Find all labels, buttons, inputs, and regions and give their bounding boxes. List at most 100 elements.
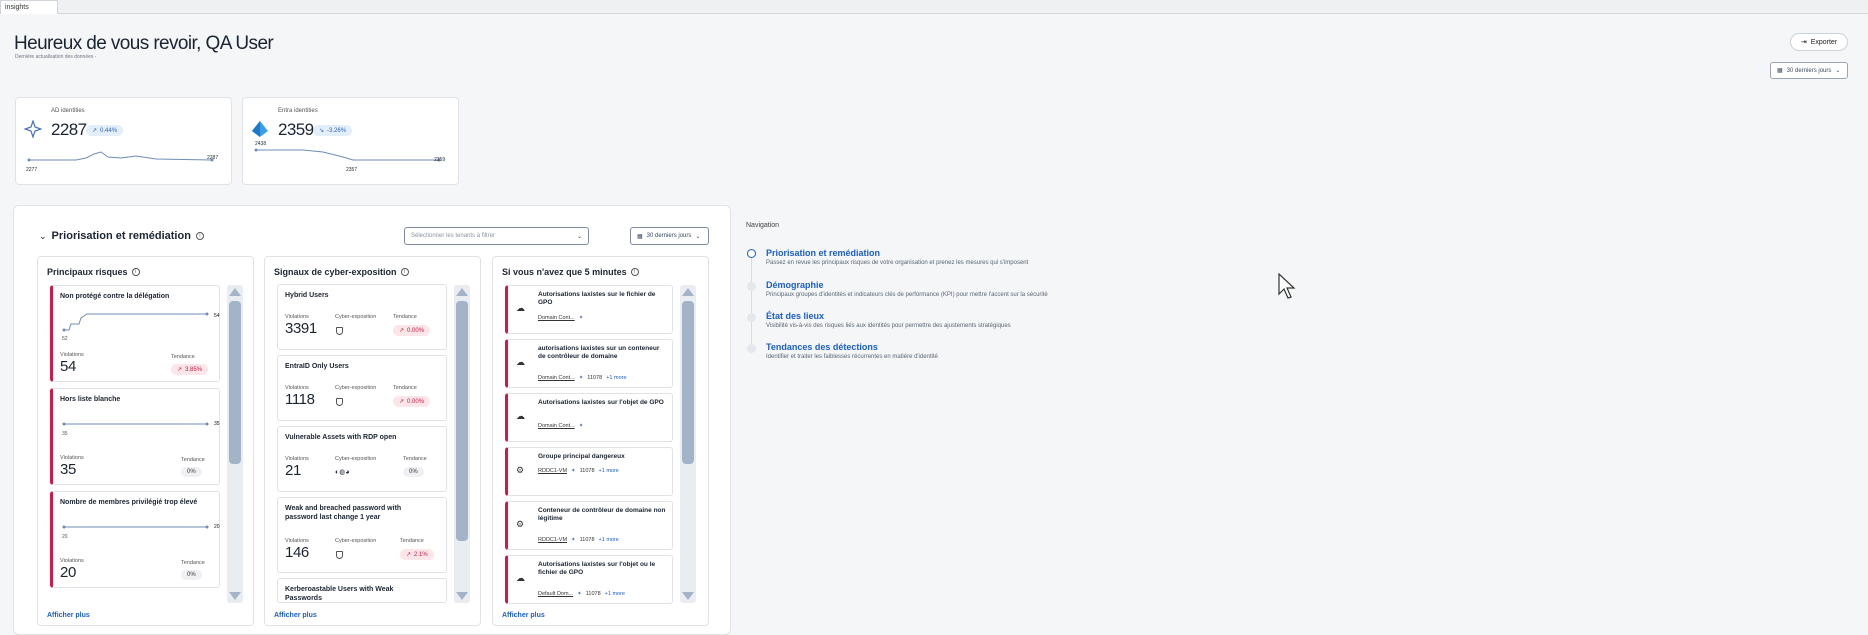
top-risks-title: Principaux risques i [47, 267, 140, 277]
panel-period-select[interactable]: ▦ 30 derniers jours ⌄ [630, 227, 709, 245]
show-more-link[interactable]: Afficher plus [274, 612, 317, 619]
trend-up-icon: ↗ [92, 128, 98, 134]
quick-item[interactable]: ⚙ Groupe principal dangereux RDDC1-VM ✦ 11… [505, 447, 673, 496]
trend-up-icon: ↗ [406, 552, 412, 558]
more-link[interactable]: +1 more [599, 537, 619, 543]
domain-tag[interactable]: RDDC1-VM [538, 537, 567, 543]
trend-badge: ↗ 0.44% [86, 125, 124, 136]
tab-bar: insights [0, 0, 1868, 14]
violations-count: 20 [60, 564, 76, 581]
scroll-up-icon[interactable] [682, 288, 694, 296]
cloud-icon: ☁ [516, 573, 525, 583]
nav-line [751, 258, 752, 348]
export-icon: ⇥ [1800, 39, 1807, 46]
scrollbar[interactable] [680, 285, 696, 603]
scroll-thumb[interactable] [456, 301, 468, 541]
nav-dot [747, 344, 756, 353]
scroll-down-icon[interactable] [682, 592, 694, 600]
trend-badge: 0% [181, 570, 202, 580]
domain-tag[interactable]: RDDC1-VM [538, 468, 567, 474]
trend-label: Tendance [181, 560, 205, 566]
trend-label: Tendance [171, 354, 195, 360]
risk-item[interactable]: Non protégé contre la délégation 52 54 V… [50, 285, 220, 382]
info-icon[interactable]: i [195, 232, 204, 240]
violations-count: 21 [285, 462, 301, 479]
chevron-down-icon: ⌄ [1835, 68, 1841, 74]
calendar-icon: ▦ [1777, 68, 1783, 74]
trend-up-icon: ↗ [399, 399, 405, 405]
page-title: Heureux de vous revoir, QA User [14, 33, 274, 54]
more-link[interactable]: +1 more [605, 591, 625, 597]
export-button[interactable]: ⇥ Exporter [1790, 33, 1848, 51]
scroll-down-icon[interactable] [456, 592, 468, 600]
cloud-icon: ☁ [516, 303, 525, 313]
five-minutes-title: Si vous n'avez que 5 minutes i [502, 267, 639, 277]
chevron-down-icon[interactable]: ⌄ [39, 231, 47, 242]
domain-tag[interactable]: Default Dom... [538, 591, 573, 597]
navigation-label: Navigation [746, 222, 780, 229]
domain-tag[interactable]: Domain Cont... [538, 423, 575, 429]
domain-tag[interactable]: Domain Cont... [538, 375, 575, 381]
quick-item[interactable]: ☁ Autorisations laxistes sur l'objet ou … [505, 555, 673, 604]
trend-up-icon: ↗ [177, 367, 183, 373]
violations-count: 35 [60, 461, 76, 478]
scroll-up-icon[interactable] [456, 288, 468, 296]
nav-dot-active [747, 249, 756, 258]
nav-item-demography[interactable]: Démographie Principaux groupes d'identit… [766, 280, 1048, 298]
nav-item-detections[interactable]: Tendances des détections Identifier et t… [766, 342, 938, 360]
risk-sparkline [62, 525, 209, 529]
trend-badge: ↗ 2.1% [400, 549, 434, 560]
ad-icon: ✦ [571, 537, 576, 543]
show-more-link[interactable]: Afficher plus [47, 612, 90, 619]
quick-item[interactable]: ☁ Autorisations laxistes sur le fichier … [505, 285, 673, 334]
period-select[interactable]: ▦ 30 derniers jours ⌄ [1770, 62, 1848, 79]
more-link[interactable]: +1 more [599, 468, 619, 474]
nav-item-status[interactable]: État des lieux Visibilité vis-à-vis des … [766, 311, 1011, 329]
shield-icon [336, 327, 343, 335]
tab-insights[interactable]: insights [0, 0, 58, 14]
domain-tag[interactable]: Domain Cont... [538, 315, 575, 321]
spark-min-label: 2357 [346, 167, 358, 173]
scroll-thumb[interactable] [229, 301, 241, 464]
info-icon[interactable]: i [131, 268, 140, 276]
chevron-down-icon: ⌄ [695, 233, 701, 240]
scroll-up-icon[interactable] [229, 288, 241, 296]
entra-icon [252, 121, 268, 137]
signal-item[interactable]: Vulnerable Assets with RDP open Violatio… [277, 426, 447, 492]
quick-item[interactable]: ☁ autorisations laxistes sur un conteneu… [505, 339, 673, 388]
risk-sparkline [62, 312, 209, 332]
signal-item[interactable]: EntraID Only Users Violations 1118 Cyber… [277, 355, 447, 421]
ad-icon: ✦ [578, 423, 584, 429]
quick-item[interactable]: ⚙ Conteneur de contrôleur de domaine non… [505, 501, 673, 550]
nav-item-prioritization[interactable]: Priorisation et remédiation Passez en re… [766, 248, 1028, 266]
spark-end-label: 20 [214, 524, 220, 530]
quick-item[interactable]: ☁ Autorisations laxistes sur l'objet de … [505, 393, 673, 442]
scroll-thumb[interactable] [682, 301, 694, 464]
user-gear-icon: ⚙ [516, 519, 525, 529]
trend-badge: 0% [403, 467, 424, 477]
scrollbar[interactable] [227, 285, 243, 603]
trend-badge: 0% [181, 467, 202, 477]
signal-item[interactable]: Hybrid Users Violations 3391 Cyber-expos… [277, 284, 447, 350]
risk-item[interactable]: Hors liste blanche 35 35 Violations 35 T… [50, 388, 220, 485]
chevron-down-icon: ⌄ [576, 233, 582, 240]
ad-icon: ✦ [577, 591, 582, 597]
cloud-icon: ☁ [516, 357, 525, 367]
more-link[interactable]: +1 more [606, 375, 626, 381]
signal-item[interactable]: Kerberoastable Users with Weak Passwords [277, 578, 447, 603]
risk-item[interactable]: Nombre de membres privilégié trop élevé … [50, 491, 220, 588]
info-icon[interactable]: i [400, 268, 409, 276]
calendar-icon: ▦ [637, 233, 643, 240]
user-gear-icon: ⚙ [516, 465, 525, 475]
trend-badge: ↘ -3.26% [313, 125, 353, 136]
spark-end-label: 35 [214, 421, 220, 427]
info-icon[interactable]: i [630, 268, 639, 276]
signal-item[interactable]: Weak and breached password with password… [277, 497, 447, 573]
spark-start-label: 2438 [255, 141, 267, 147]
violations-count: 3391 [285, 320, 317, 337]
risk-sparkline [62, 422, 209, 426]
show-more-link[interactable]: Afficher plus [502, 612, 545, 619]
scrollbar[interactable] [454, 285, 470, 603]
scroll-down-icon[interactable] [229, 592, 241, 600]
tenant-filter-select[interactable]: Sélectionner les tenants à filtrer ⌄ [404, 227, 589, 245]
